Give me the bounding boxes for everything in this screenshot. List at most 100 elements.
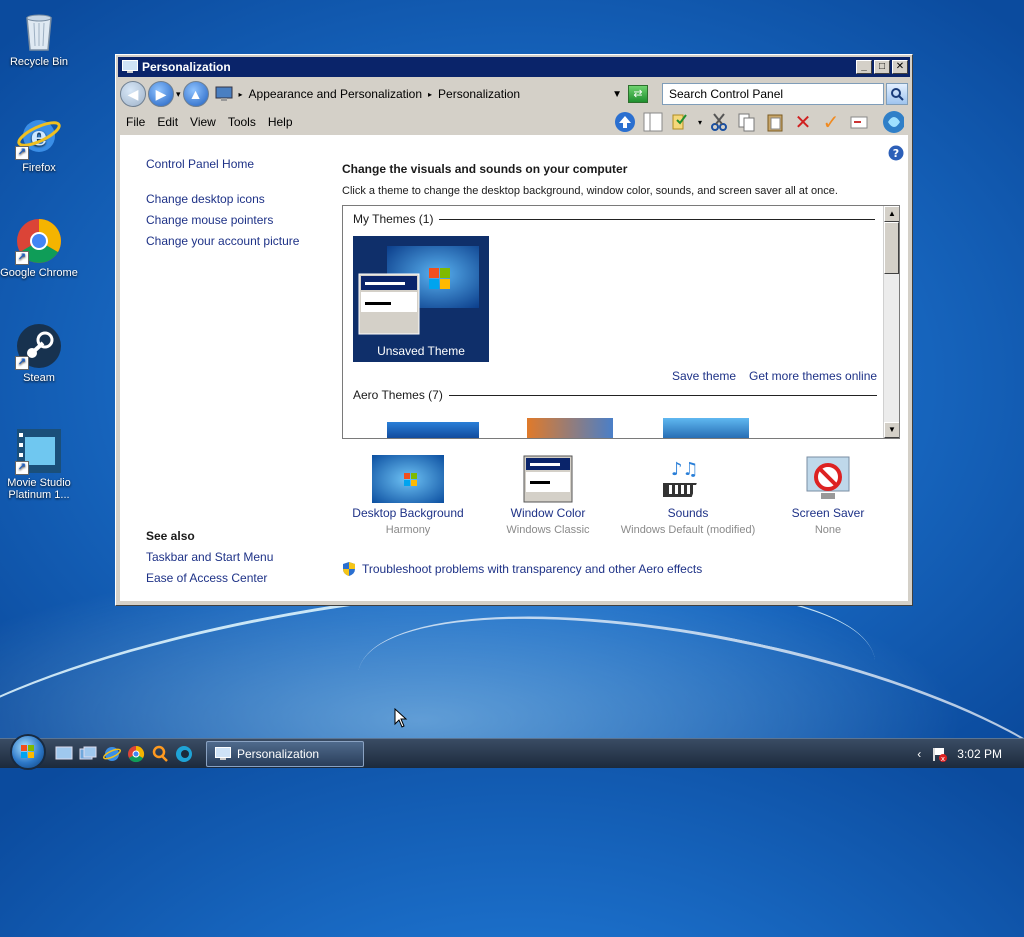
svg-text:?: ? [893,147,899,160]
menu-help[interactable]: Help [264,115,301,129]
aero-themes-header-text: Aero Themes (7) [353,388,443,402]
search-icon[interactable] [150,744,170,764]
action-center-flag-icon[interactable]: x [931,746,948,762]
link-control-panel-home[interactable]: Control Panel Home [146,157,254,171]
link-change-account-picture[interactable]: Change your account picture [146,234,299,248]
scroll-thumb[interactable] [884,222,899,274]
scroll-down-icon[interactable]: ▼ [884,422,899,438]
get-more-themes-link[interactable]: Get more themes online [749,369,877,383]
help-icon[interactable]: ? [888,145,904,161]
aero-theme-thumb[interactable] [387,422,479,438]
my-themes-group-header: My Themes (1) [353,212,876,226]
link-taskbar-start-menu[interactable]: Taskbar and Start Menu [146,550,273,564]
my-themes-header-text: My Themes (1) [353,212,434,226]
internet-explorer-icon: e ↗ [15,112,63,160]
desktop-icon-steam[interactable]: ↗ Steam [0,322,78,384]
menu-tools[interactable]: Tools [224,115,264,129]
sounds-setting[interactable]: ♪♫ Sounds Windows Default (modified) [618,455,758,536]
chrome-icon: ↗ [15,217,63,265]
chrome-icon[interactable] [126,744,146,764]
screen-saver-setting[interactable]: Screen Saver None [758,455,898,536]
views-icon[interactable] [670,111,692,133]
search-button[interactable] [886,83,908,105]
film-strip-icon: ↗ [15,427,63,475]
start-button[interactable] [10,733,46,770]
control-panel-icon [215,86,233,101]
screen-saver-icon [806,456,850,499]
shortcut-arrow-icon: ↗ [15,356,29,370]
back-button[interactable]: ◀ [120,81,146,107]
up-button[interactable]: ▲ [182,81,209,107]
theme-list[interactable]: My Themes (1) Unsaved Theme Save theme G… [342,205,900,439]
desktop-icon-firefox[interactable]: e ↗ Firefox [0,112,78,174]
see-also-heading: See also [146,529,195,543]
internet-explorer-icon[interactable] [102,744,122,764]
desktop-icon-movie-studio[interactable]: ↗ Movie Studio Platinum 1... [0,427,78,501]
troubleshoot-link-row[interactable]: Troubleshoot problems with transparency … [342,561,702,577]
personalization-window[interactable]: Personalization _ □ ✕ ◀ ▶ ▾ ▲ ▸ Appearan… [115,54,913,606]
maximize-button[interactable]: □ [874,60,890,74]
minimize-button[interactable]: _ [856,60,872,74]
breadcrumb-item[interactable]: Personalization [438,87,520,101]
main-pane: ? Change the visuals and sounds on your … [340,135,908,601]
clock[interactable]: 3:02 PM [957,747,1002,761]
theme-tile-label: Unsaved Theme [377,344,465,358]
desktop-icon-label: Recycle Bin [9,56,69,68]
aero-theme-thumb[interactable] [663,418,749,438]
breadcrumb[interactable]: ▸ Appearance and Personalization ▸ Perso… [210,83,654,105]
steam-icon: ↗ [15,322,63,370]
link-change-desktop-icons[interactable]: Change desktop icons [146,192,265,206]
search-input[interactable]: Search Control Panel [662,83,884,105]
taskbar-button-personalization[interactable]: Personalization [206,740,364,767]
title-bar[interactable]: Personalization _ □ ✕ [118,57,910,77]
show-desktop-icon[interactable] [54,744,74,764]
refresh-button[interactable]: ⇄ [628,85,648,103]
views-dropdown-icon[interactable]: ▾ [698,118,702,127]
save-theme-link[interactable]: Save theme [672,369,736,383]
breadcrumb-item[interactable]: Appearance and Personalization [249,87,422,101]
properties-icon[interactable] [848,111,870,133]
close-button[interactable]: ✕ [892,60,908,74]
desktop-icon-label: Firefox [22,162,56,174]
apply-check-icon[interactable]: ✓ [820,111,842,134]
paste-icon[interactable] [764,111,786,133]
recent-pages-dropdown-icon[interactable]: ▾ [176,89,181,100]
svg-text:x: x [941,755,945,762]
menu-edit[interactable]: Edit [153,115,186,129]
delete-icon[interactable]: ✕ [792,111,814,134]
forward-button[interactable]: ▶ [148,81,174,107]
folders-pane-icon[interactable] [642,111,664,133]
tasks-pane: Control Panel Home Change desktop icons … [120,135,330,601]
menu-file[interactable]: File [122,115,153,129]
window-color-setting[interactable]: Window Color Windows Classic [478,455,618,536]
desktop-icon-google-chrome[interactable]: ↗ Google Chrome [0,217,78,279]
scroll-up-icon[interactable]: ▲ [884,206,899,222]
personalization-icon [215,746,231,760]
address-dropdown-icon[interactable]: ▼ [612,89,622,100]
window-title: Personalization [142,60,231,74]
link-change-mouse-pointers[interactable]: Change mouse pointers [146,213,273,227]
edge-icon[interactable] [174,744,194,764]
setting-label: Sounds [667,506,709,520]
troubleshoot-link[interactable]: Troubleshoot problems with transparency … [362,562,702,576]
windows-logo-icon [882,111,904,133]
windows-logo-icon [21,744,34,758]
desktop-icon-recycle-bin[interactable]: Recycle Bin [0,6,78,68]
copy-icon[interactable] [736,111,758,133]
link-ease-of-access[interactable]: Ease of Access Center [146,571,267,585]
setting-value: Harmony [385,524,431,536]
cut-icon[interactable] [708,111,730,133]
menu-view[interactable]: View [186,115,224,129]
breadcrumb-separator-icon: ▸ [238,89,243,99]
desktop-background-setting[interactable]: Desktop Background Harmony [338,455,478,536]
aero-theme-thumb[interactable] [527,418,613,438]
setting-value: None [814,524,842,536]
theme-list-scrollbar[interactable]: ▲ ▼ [883,206,899,438]
page-description: Click a theme to change the desktop back… [342,185,838,197]
switch-windows-icon[interactable] [78,744,98,764]
show-hidden-icons-icon[interactable]: ‹ [917,747,921,761]
shortcut-arrow-icon: ↗ [15,146,29,160]
theme-tile-unsaved[interactable]: Unsaved Theme [353,236,489,362]
up-folder-icon[interactable] [614,111,636,133]
address-bar: ◀ ▶ ▾ ▲ ▸ Appearance and Personalization… [116,79,912,109]
